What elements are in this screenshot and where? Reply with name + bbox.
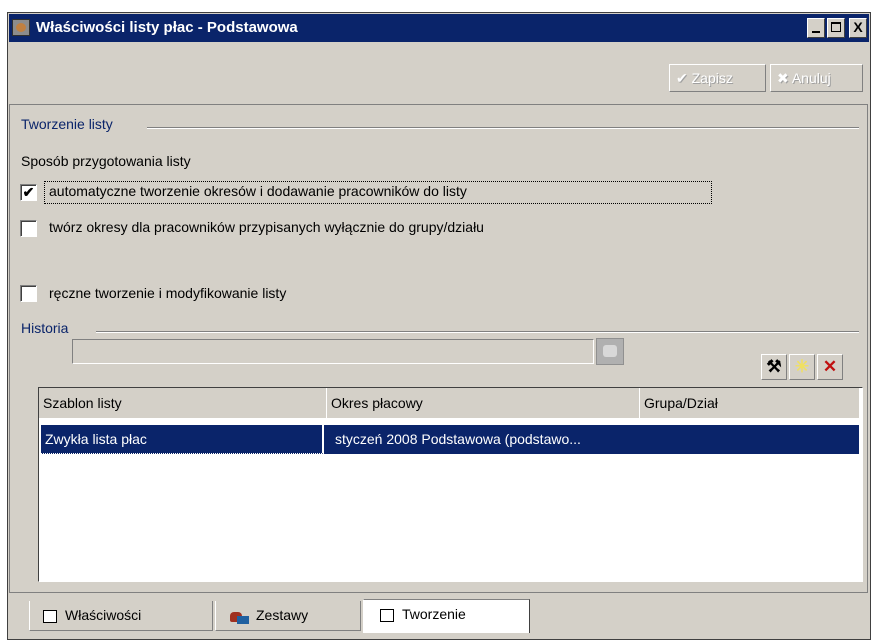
sets-icon	[228, 608, 250, 625]
picker-icon	[603, 345, 617, 357]
section-title-history: Historia	[21, 320, 69, 336]
table-row[interactable]: Zwykła lista płac styczeń 2008 Podstawow…	[41, 425, 859, 454]
group-only-label[interactable]: twórz okresy dla pracowników przypisanyc…	[49, 219, 484, 235]
tab-properties-label: Właściwości	[65, 607, 142, 623]
column-header-template[interactable]: Szablon listy	[39, 388, 327, 418]
delete-icon: ✕	[822, 357, 838, 376]
delete-button[interactable]: ✕	[817, 354, 843, 380]
properties-icon	[43, 609, 57, 623]
cancel-button[interactable]: ✖ Anuluj	[770, 64, 863, 92]
maximize-icon	[831, 22, 841, 32]
group-picker-button[interactable]	[596, 338, 624, 365]
maximize-button[interactable]	[827, 18, 845, 38]
tab-sets[interactable]: Zestawy	[215, 601, 361, 631]
cell-group	[642, 425, 856, 454]
manual-create-label[interactable]: ręczne tworzenie i modyfikowanie listy	[49, 285, 286, 301]
auto-create-label[interactable]: automatyczne tworzenie okresów i dodawan…	[49, 183, 467, 199]
window-title: Właściwości listy płac - Podstawowa	[36, 19, 298, 36]
new-button[interactable]: ✳	[789, 354, 815, 380]
tools-icon: ⚒	[766, 357, 782, 376]
section-divider	[96, 331, 859, 333]
document-icon	[380, 608, 394, 622]
method-label: Sposób przygotowania listy	[21, 153, 191, 169]
save-button[interactable]: ✔ Zapisz	[669, 64, 766, 92]
column-header-group[interactable]: Grupa/Dział	[640, 388, 860, 418]
title-bar[interactable]: Właściwości listy płac - Podstawowa X	[9, 14, 869, 42]
tab-creation[interactable]: Tworzenie	[363, 599, 530, 633]
tab-creation-label: Tworzenie	[402, 606, 466, 622]
column-header-period[interactable]: Okres płacowy	[327, 388, 640, 418]
new-icon: ✳	[794, 357, 810, 376]
close-icon: X	[853, 19, 863, 35]
main-panel: Tworzenie listy Sposób przygotowania lis…	[9, 104, 868, 593]
close-button[interactable]: X	[849, 18, 867, 38]
tab-properties[interactable]: Właściwości	[29, 601, 213, 631]
app-icon	[12, 19, 30, 36]
minimize-button[interactable]	[807, 18, 825, 38]
section-divider	[147, 127, 859, 129]
properties-window: Właściwości listy płac - Podstawowa X ✔ …	[7, 12, 871, 640]
group-only-checkbox[interactable]	[20, 220, 37, 237]
auto-create-checkbox[interactable]: ✔	[20, 184, 37, 201]
history-table[interactable]: Szablon listy Okres płacowy Grupa/Dział …	[38, 387, 863, 582]
cell-template: Zwykła lista płac	[41, 425, 324, 454]
tab-sets-label: Zestawy	[256, 607, 309, 623]
minimize-icon	[812, 31, 820, 33]
cell-period: styczeń 2008 Podstawowa (podstawo...	[335, 431, 581, 447]
manual-create-checkbox[interactable]	[20, 285, 37, 302]
group-select[interactable]	[72, 339, 594, 364]
section-title-creation: Tworzenie listy	[21, 116, 113, 132]
tools-button[interactable]: ⚒	[761, 354, 787, 380]
